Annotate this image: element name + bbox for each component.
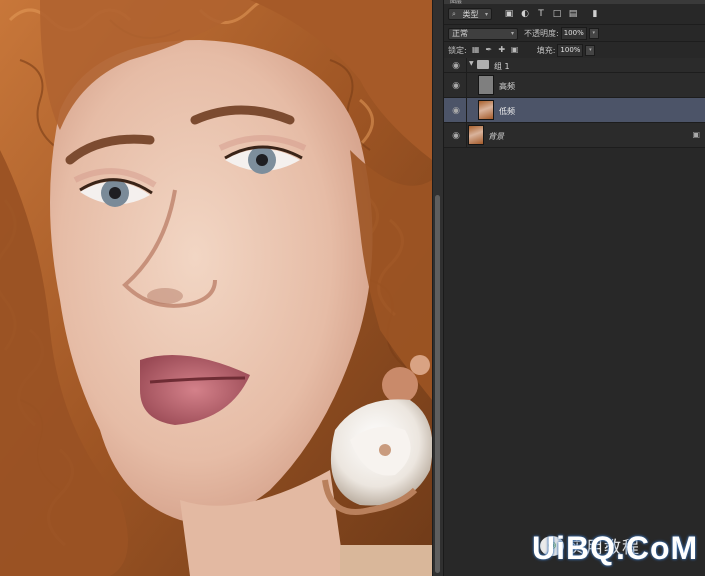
layer-name[interactable]: 低频	[499, 106, 515, 117]
lock-transparent-pixels-icon[interactable]: ▦	[472, 46, 480, 54]
chevron-down-icon: ▾	[484, 10, 488, 18]
filter-toggle-icon[interactable]: ▮	[590, 9, 600, 19]
lock-all-icon[interactable]: ▣	[511, 46, 519, 54]
layer-name[interactable]: 背景	[488, 131, 504, 142]
portrait-photo	[0, 0, 432, 576]
visibility-eye-icon[interactable]: ◉	[451, 106, 461, 116]
watermark-logo: UiBQ.CoM	[532, 530, 699, 566]
visibility-eye-icon[interactable]: ◉	[451, 61, 461, 71]
layer-filter-row: ⌕ 类型 ▾ ▣ ◐ T □ ▤ ▮	[444, 5, 705, 23]
folder-icon	[477, 60, 489, 69]
opacity-label: 不透明度:	[524, 29, 559, 38]
visibility-eye-icon[interactable]: ◉	[451, 131, 461, 141]
layers-panel: 图层 ⌕ 类型 ▾ ▣ ◐ T □ ▤ ▮ 正常 ▾ 不透明度: 100% ▾ …	[443, 0, 705, 576]
image-filter-icon[interactable]: ▣	[504, 9, 514, 19]
blend-mode-value: 正常	[452, 29, 468, 38]
chevron-expanded-icon[interactable]: ▼	[469, 60, 474, 67]
blend-mode-dropdown[interactable]: 正常 ▾	[448, 27, 518, 40]
document-canvas[interactable]	[0, 0, 432, 576]
layer-thumbnail	[468, 125, 484, 145]
layer-thumbnail	[478, 75, 494, 95]
visibility-eye-icon[interactable]: ◉	[451, 81, 461, 91]
layer-row-high-frequency[interactable]: ◉ 高频	[444, 73, 705, 98]
chevron-down-icon: ▾	[510, 30, 514, 37]
fill-label: 填充:	[536, 45, 556, 55]
opacity-input[interactable]: 100%	[560, 27, 587, 40]
layer-filter-value: 类型	[462, 9, 479, 19]
lock-position-icon[interactable]: ✚	[498, 46, 506, 54]
layer-name[interactable]: 组 1	[494, 61, 510, 72]
lock-image-pixels-icon[interactable]: ✒	[485, 46, 493, 54]
search-icon: ⌕	[452, 9, 456, 18]
lock-label: 锁定:	[448, 45, 467, 55]
layer-name[interactable]: 高频	[499, 81, 515, 92]
fill-input[interactable]: 100%	[557, 43, 584, 57]
layer-row-background[interactable]: ◉ 背景 ▣	[444, 123, 705, 148]
smart-object-filter-icon[interactable]: ▤	[568, 9, 578, 19]
photoshop-workspace: 图层 ⌕ 类型 ▾ ▣ ◐ T □ ▤ ▮ 正常 ▾ 不透明度: 100% ▾ …	[0, 0, 705, 576]
shape-filter-icon[interactable]: □	[552, 9, 562, 19]
layer-row-group[interactable]: ◉ ▼ 组 1	[444, 58, 705, 73]
layer-thumbnail	[478, 100, 494, 120]
layers-panel-tab[interactable]: 图层	[444, 0, 705, 4]
blend-row: 正常 ▾ 不透明度: 100% ▾	[444, 24, 705, 42]
lock-icon: ▣	[692, 130, 700, 139]
layer-filter-dropdown[interactable]: ⌕ 类型 ▾	[448, 8, 492, 20]
canvas-scrollbar-thumb[interactable]	[435, 195, 440, 573]
opacity-slider-toggle[interactable]: ▾	[588, 28, 599, 39]
type-filter-icon[interactable]: T	[536, 9, 546, 19]
fill-slider-toggle[interactable]: ▾	[585, 44, 596, 56]
layer-row-low-frequency[interactable]: ◉ 低频	[444, 98, 705, 123]
lock-row: 锁定: ▦ ✒ ✚ ▣ 填充: 100% ▾	[444, 41, 705, 59]
layer-list: ◉ ▼ 组 1 ◉ 高频 ◉ 低频 ◉ 背景 ▣	[444, 58, 705, 148]
adjustment-filter-icon[interactable]: ◐	[520, 9, 530, 19]
